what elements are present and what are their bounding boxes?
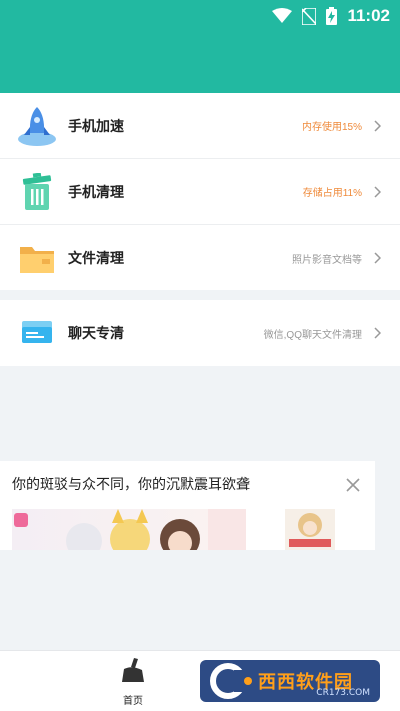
memory-usage-value: 内存使用15% — [301, 122, 362, 133]
watermark-subtext: CR173.COM — [316, 688, 370, 698]
file-types-value: 照片影音文档等 — [292, 254, 362, 266]
ad-image[interactable] — [12, 509, 246, 550]
watermark-logo: 西西软件园 CR173.COM — [200, 660, 380, 702]
chat-clean-card: 聊天专清 微信,QQ聊天文件清理 — [0, 300, 400, 366]
status-bar: 11:02 — [272, 4, 390, 28]
ad-banner[interactable]: 你的斑驳与众不同，你的沉默震耳欲聋 — [0, 461, 375, 550]
list-item-label: 文件清理 — [68, 250, 124, 266]
list-item-label: 聊天专清 — [68, 325, 124, 341]
list-item-phone-speedup[interactable]: 手机加速 内存使用15% — [0, 93, 400, 159]
battery-charging-icon — [326, 7, 338, 25]
broom-icon — [120, 657, 146, 688]
list-item-label: 手机清理 — [68, 183, 124, 200]
list-item-label: 手机加速 — [68, 117, 124, 134]
status-time: 11:02 — [347, 6, 390, 25]
main-card: 手机加速 内存使用15% 手机清理 存储占用11% 文件清理 照片影音文档等 — [0, 93, 400, 290]
storage-usage-value: 存储占用11% — [302, 188, 362, 199]
chat-clean-value: 微信,QQ聊天文件清理 — [263, 329, 362, 341]
list-item-file-clean[interactable]: 文件清理 照片影音文档等 — [0, 225, 400, 291]
no-sim-icon — [302, 7, 317, 25]
list-item-phone-clean[interactable]: 手机清理 存储占用11% — [0, 159, 400, 225]
tab-home[interactable]: 首页 — [103, 657, 163, 707]
chevron-right-icon — [368, 327, 386, 339]
app-header: 11:02 — [0, 0, 400, 93]
wifi-icon — [272, 8, 293, 24]
trash-can-icon — [16, 171, 58, 213]
close-icon[interactable] — [345, 477, 361, 493]
chevron-right-icon — [368, 252, 386, 264]
ad-thumbnail[interactable] — [285, 509, 335, 550]
chevron-right-icon — [368, 185, 386, 198]
tab-home-label: 首页 — [123, 696, 143, 707]
chat-card-icon — [16, 312, 58, 354]
chevron-right-icon — [368, 119, 386, 132]
list-item-chat-clean[interactable]: 聊天专清 微信,QQ聊天文件清理 — [0, 300, 400, 366]
ad-title: 你的斑驳与众不同，你的沉默震耳欲聋 — [12, 476, 250, 492]
rocket-icon — [16, 105, 58, 147]
folder-icon — [16, 237, 58, 279]
